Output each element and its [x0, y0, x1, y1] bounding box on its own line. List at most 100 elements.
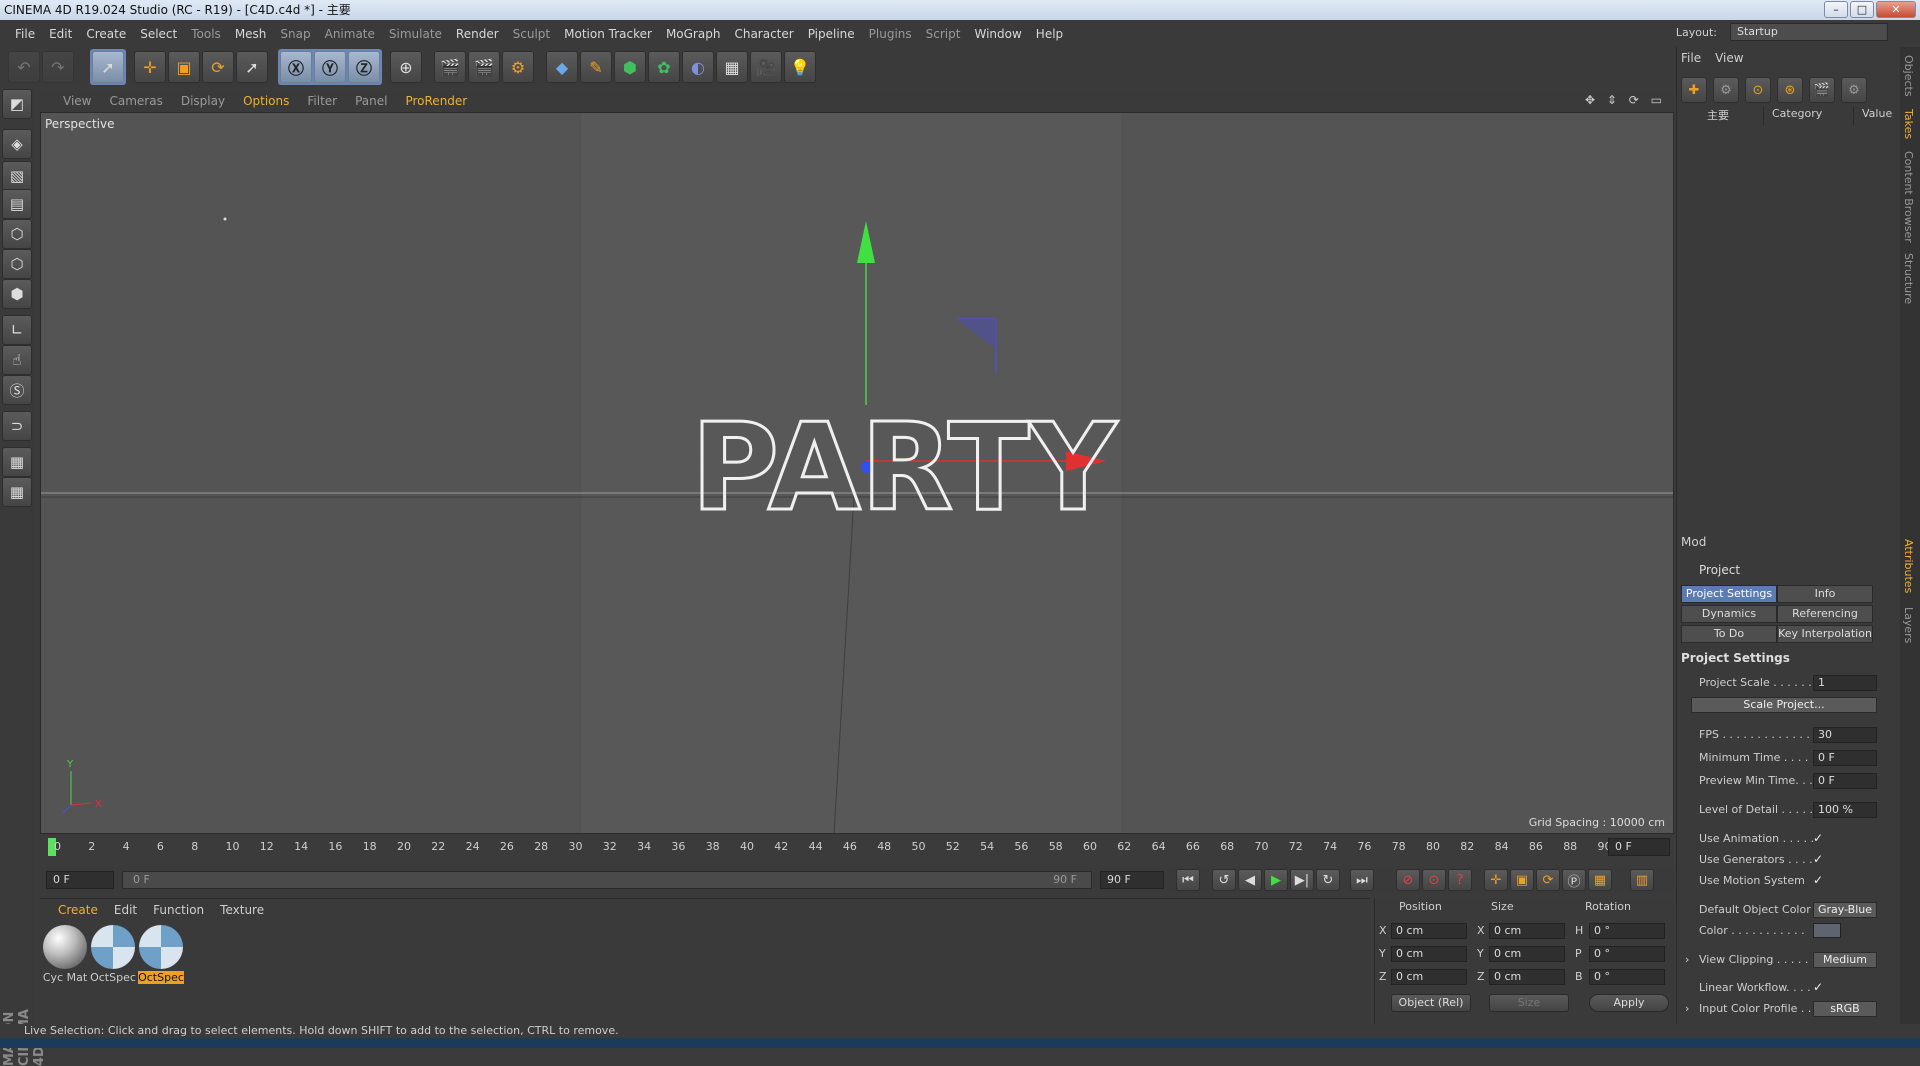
viewport-menu-panel[interactable]: Panel	[346, 94, 396, 108]
tab-key-interpolation[interactable]: Key Interpolation	[1777, 625, 1873, 643]
size-y-field[interactable]: 0 cm	[1489, 946, 1565, 962]
color-swatch[interactable]	[1813, 923, 1841, 938]
view-clipping-arrow-icon[interactable]: ›	[1685, 953, 1689, 966]
subdivision-icon[interactable]: ⬢	[614, 51, 646, 83]
tab-dynamics[interactable]: Dynamics	[1681, 605, 1777, 623]
viewport-menu-filter[interactable]: Filter	[298, 94, 346, 108]
solo-icon[interactable]: Ⓢ	[2, 375, 32, 405]
floor-icon[interactable]: ▦	[716, 51, 748, 83]
level-of-detail-field[interactable]: 100 %	[1813, 802, 1877, 818]
take-add-icon[interactable]: ✚	[1681, 77, 1707, 103]
material-menu-function[interactable]: Function	[145, 903, 212, 917]
input-color-profile-dropdown[interactable]: sRGB	[1813, 1001, 1877, 1017]
input-profile-arrow-icon[interactable]: ›	[1685, 1002, 1689, 1015]
texture-mode-icon[interactable]: ▧	[2, 161, 32, 191]
key-scale-icon[interactable]: ▣	[1510, 869, 1534, 891]
menu-help[interactable]: Help	[1029, 27, 1070, 41]
material-swatch[interactable]: Cyc Mat	[42, 925, 88, 984]
camera-icon[interactable]: 🎥	[750, 51, 782, 83]
workplane-lock-icon[interactable]: ▦	[2, 447, 32, 477]
menu-simulate[interactable]: Simulate	[382, 27, 449, 41]
take-group-icon[interactable]: ⊛	[1777, 77, 1803, 103]
rotate-icon[interactable]: ⟳	[202, 51, 234, 83]
undo-icon[interactable]: ↶	[8, 51, 40, 83]
coordinate-system-icon[interactable]: ⊕	[390, 51, 422, 83]
menu-file[interactable]: File	[8, 27, 42, 41]
key-pla-icon[interactable]: ▦	[1588, 869, 1612, 891]
rot-p-field[interactable]: 0 °	[1589, 946, 1665, 962]
prev-frame-icon[interactable]: ◀	[1238, 869, 1262, 891]
cloner-icon[interactable]: ✿	[648, 51, 680, 83]
material-menu-edit[interactable]: Edit	[106, 903, 145, 917]
close-button[interactable]: ✕	[1876, 1, 1916, 18]
rot-b-field[interactable]: 0 °	[1589, 969, 1665, 985]
model-mode-icon[interactable]: ◈	[2, 129, 32, 159]
minimize-button[interactable]: –	[1824, 1, 1848, 18]
perspective-viewport[interactable]: PARTY Y X Perspective Grid Spacing : 100…	[40, 112, 1674, 834]
take-settings-icon[interactable]: ⚙	[1841, 77, 1867, 103]
attributes-menu-mode[interactable]: Mod	[1681, 535, 1706, 549]
points-mode-icon[interactable]: ⬡	[2, 219, 32, 249]
size-z-field[interactable]: 0 cm	[1489, 969, 1565, 985]
next-frame-icon[interactable]: ▶|	[1290, 869, 1314, 891]
objects-menu-file[interactable]: File	[1681, 51, 1701, 65]
objects-menu-view[interactable]: View	[1715, 51, 1743, 65]
project-scale-field[interactable]: 1	[1813, 675, 1877, 691]
keyframe-selection-icon[interactable]: ?	[1448, 869, 1472, 891]
menu-animate[interactable]: Animate	[318, 27, 382, 41]
menu-motion-tracker[interactable]: Motion Tracker	[557, 27, 659, 41]
y-axis-lock-icon[interactable]: Ⓨ	[314, 51, 346, 83]
viewport-menu-options[interactable]: Options	[234, 94, 298, 108]
render-view-icon[interactable]: 🎬	[434, 51, 466, 83]
timeline-window-icon[interactable]: ▥	[1630, 869, 1654, 891]
snapping-icon[interactable]: ⊃	[2, 411, 32, 441]
play-icon[interactable]: ▶	[1264, 869, 1288, 891]
view-clipping-dropdown[interactable]: Medium	[1813, 952, 1877, 968]
cube-icon[interactable]: ◆	[546, 51, 578, 83]
move-icon[interactable]: ✛	[134, 51, 166, 83]
viewport-menu-prorender[interactable]: ProRender	[396, 94, 476, 108]
use-motion-system-checkbox[interactable]: ✓	[1813, 873, 1823, 887]
material-menu-texture[interactable]: Texture	[212, 903, 272, 917]
take-render-icon[interactable]: 🎬	[1809, 77, 1835, 103]
preview-range-slider[interactable]: 0 F 90 F	[122, 871, 1092, 889]
live-selection-icon[interactable]: ➚	[92, 51, 124, 83]
viewport-menu-view[interactable]: View	[54, 94, 100, 108]
maximize-button[interactable]: □	[1850, 1, 1874, 18]
coordinate-mode-dropdown[interactable]: Object (Rel)	[1391, 994, 1471, 1012]
pos-x-field[interactable]: 0 cm	[1391, 923, 1467, 939]
viewport-menu-display[interactable]: Display	[172, 94, 234, 108]
preview-min-time-field[interactable]: 0 F	[1813, 773, 1877, 789]
menu-mesh[interactable]: Mesh	[228, 27, 274, 41]
start-frame-field[interactable]: 0 F	[46, 871, 114, 889]
linear-workflow-checkbox[interactable]: ✓	[1813, 980, 1823, 994]
key-parameter-icon[interactable]: Ⓟ	[1562, 869, 1586, 891]
tab-referencing[interactable]: Referencing	[1777, 605, 1873, 623]
key-position-icon[interactable]: ✛	[1484, 869, 1508, 891]
tab-structure[interactable]: Structure	[1902, 253, 1915, 304]
recent-tool-icon[interactable]: ➚	[236, 51, 268, 83]
tab-objects[interactable]: Objects	[1902, 55, 1915, 97]
tab-info[interactable]: Info	[1777, 585, 1873, 603]
viewport-menu-cameras[interactable]: Cameras	[100, 94, 171, 108]
make-editable-icon[interactable]: ◩	[2, 89, 32, 119]
tweak-icon[interactable]: ☝	[2, 345, 32, 375]
key-rotation-icon[interactable]: ⟳	[1536, 869, 1560, 891]
material-menu-create[interactable]: Create	[50, 903, 106, 917]
enable-axis-icon[interactable]: ∟	[2, 315, 32, 345]
timeline-ruler[interactable]: 0 2 4 6 8 10 12 14 16 18 20 22 24 26 28 30 32 34 36 38 40 42 4…	[40, 836, 1674, 860]
default-object-color-dropdown[interactable]: Gray-Blue	[1813, 902, 1877, 918]
apply-button[interactable]: Apply	[1589, 994, 1669, 1012]
menu-pipeline[interactable]: Pipeline	[801, 27, 862, 41]
x-axis-lock-icon[interactable]: Ⓧ	[280, 51, 312, 83]
deformer-icon[interactable]: ◐	[682, 51, 714, 83]
edges-mode-icon[interactable]: ⬡	[2, 249, 32, 279]
end-frame-field[interactable]: 90 F	[1100, 871, 1164, 889]
fps-field[interactable]: 30	[1813, 727, 1877, 743]
menu-snap[interactable]: Snap	[273, 27, 317, 41]
tab-content-browser[interactable]: Content Browser	[1902, 151, 1915, 243]
menu-script[interactable]: Script	[919, 27, 968, 41]
size-mode-dropdown[interactable]: Size	[1489, 994, 1569, 1012]
render-picture-viewer-icon[interactable]: 🎬	[468, 51, 500, 83]
record-icon[interactable]: ⊘	[1396, 869, 1420, 891]
